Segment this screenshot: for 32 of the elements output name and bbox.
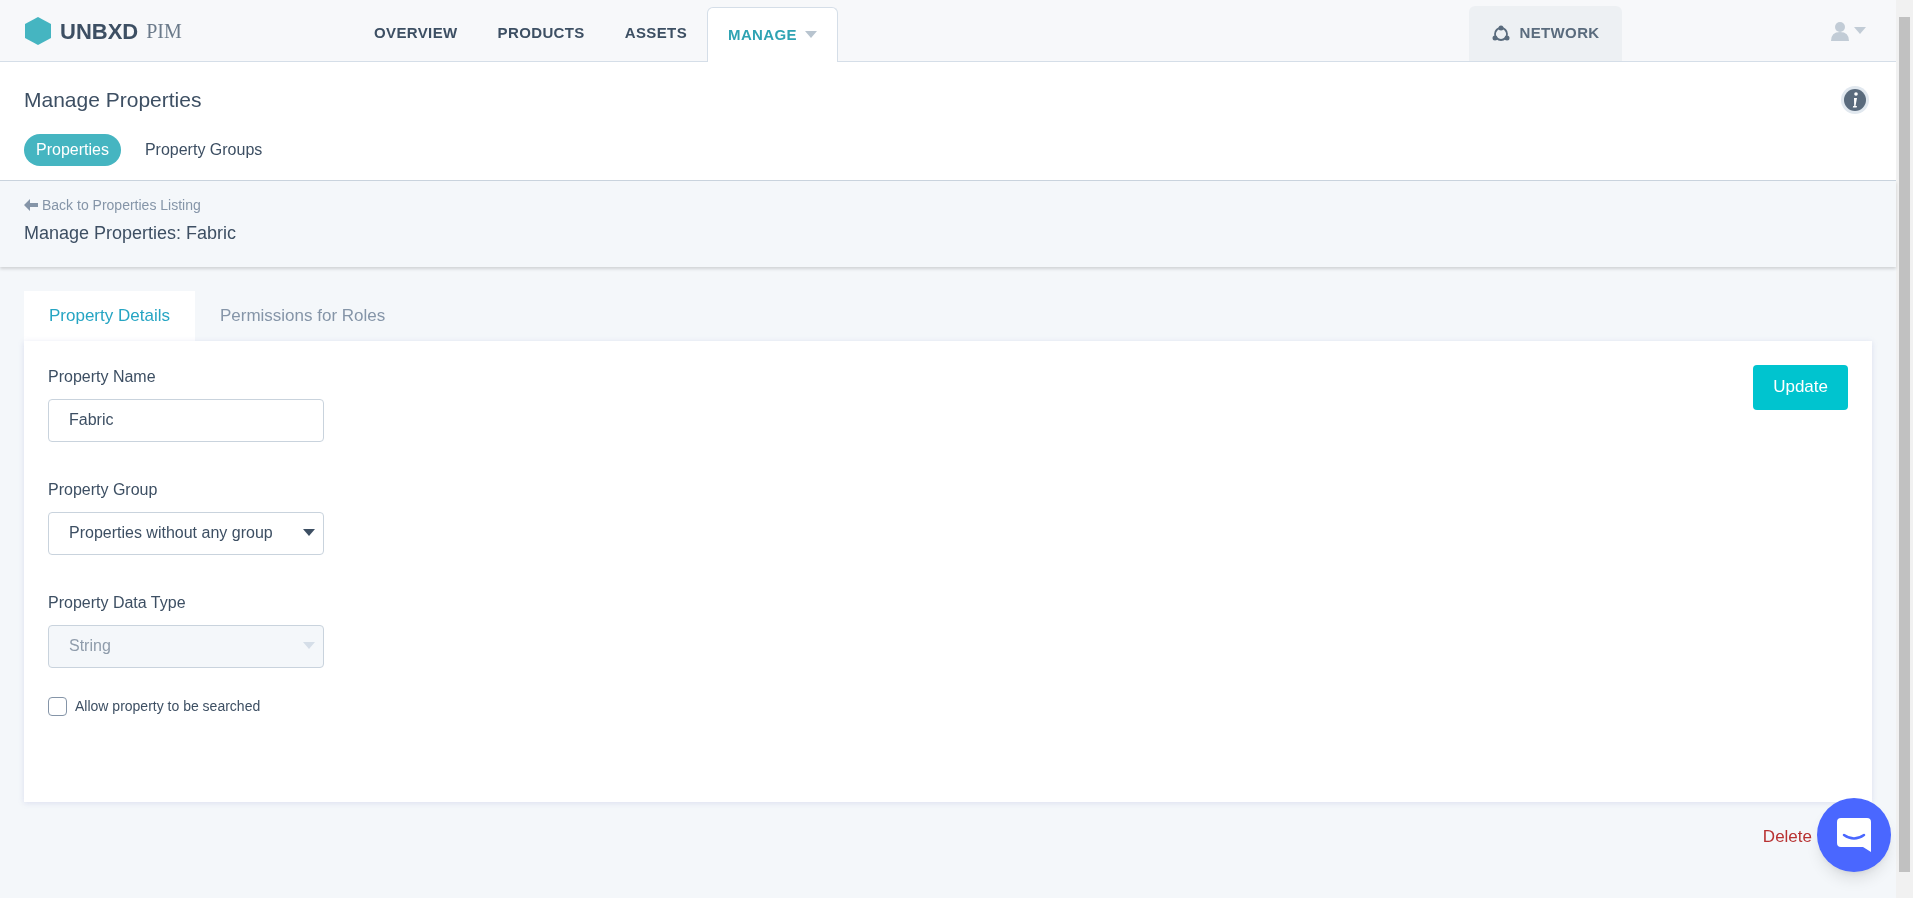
info-icon[interactable] (1840, 84, 1870, 115)
subtab[interactable]: Property Groups (132, 133, 275, 166)
page-subtitle: Manage Properties: Fabric (24, 221, 238, 245)
nav-tab[interactable]: MANAGE (707, 7, 838, 62)
network-icon (1491, 24, 1512, 43)
page-title: Manage Properties (24, 87, 202, 113)
brand-name: UNBXD (60, 17, 139, 46)
field-label: Property Group (48, 479, 159, 500)
field-label: Property Data Type (48, 592, 187, 613)
back-link[interactable]: Back to Properties Listing (24, 194, 1872, 216)
caret-icon (303, 529, 315, 537)
subtab[interactable]: Properties (24, 133, 121, 166)
tab[interactable]: Permissions for Roles (194, 290, 411, 341)
hexagon-logo-icon (24, 16, 52, 46)
tab[interactable]: Property Details (24, 290, 195, 341)
chat-button[interactable] (1817, 798, 1891, 872)
caret-icon (303, 642, 315, 650)
select-field[interactable]: Properties without any group (48, 511, 324, 555)
arrow-left-icon (24, 199, 38, 211)
delete-link[interactable]: Delete (1762, 823, 1812, 849)
nav-tab[interactable]: OVERVIEW (354, 6, 478, 61)
text-field[interactable]: Fabric (48, 398, 324, 442)
user-icon (1830, 21, 1850, 41)
field-label: Property Name (48, 366, 157, 387)
caret-icon (1854, 27, 1866, 35)
chat-icon (1837, 818, 1871, 852)
checkbox[interactable] (48, 696, 67, 716)
nav-tab[interactable]: ASSETS (604, 6, 707, 61)
product-name: PIM (146, 19, 182, 44)
network-button[interactable]: NETWORK (1469, 6, 1622, 61)
nav-tab[interactable]: PRODUCTS (477, 6, 605, 61)
checkbox-label: Allow property to be searched (75, 696, 261, 716)
